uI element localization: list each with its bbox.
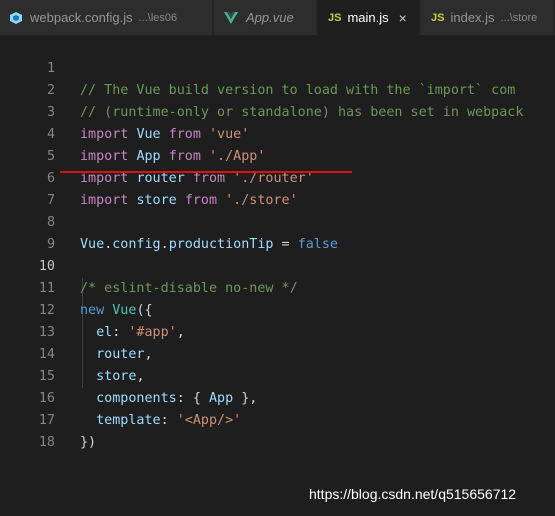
code-line: 8 Vue.config.productionTip = false (0, 190, 555, 252)
code-line: 7 (0, 168, 555, 208)
code-line: 4 import App from './App' (0, 102, 555, 164)
vue-icon (224, 11, 238, 24)
code-line: 1 // The Vue build version to load with … (0, 36, 555, 98)
code-line: 15 components: { App }, (0, 344, 555, 406)
code-line: 11 new Vue({ (0, 256, 555, 318)
watermark: https://blog.csdn.net/q515656712 (309, 486, 517, 502)
js-icon: JS (431, 11, 445, 24)
code-line: 13 router, (0, 300, 555, 362)
webpack-icon (10, 11, 22, 24)
punctuation: }) (80, 435, 97, 450)
code-line: 16 template: '<App/>' (0, 366, 555, 428)
tab-index-js[interactable]: JS index.js ...\store (421, 0, 555, 35)
code-line: 3 import Vue from 'vue' (0, 80, 555, 142)
code-line: 12 el: '#app', (0, 278, 555, 340)
code-line: 18 (0, 410, 555, 450)
tab-label: webpack.config.js (30, 10, 133, 25)
code-line: 5 import router from './router' (0, 124, 555, 186)
tab-description: ...\store (500, 11, 538, 24)
tab-label: index.js (450, 10, 495, 25)
code-line: 9 (0, 212, 555, 252)
code-line: 14 store, (0, 322, 555, 384)
code-line: 2 // (runtime-only or standalone) has be… (0, 58, 555, 120)
tab-app-vue[interactable]: App.vue (214, 0, 317, 35)
js-icon: JS (328, 11, 342, 24)
editor-tab-bar: webpack.config.js ...\les06 App.vue JS m… (0, 0, 555, 36)
code-line: 17 }) (0, 388, 555, 450)
tab-main-js[interactable]: JS main.js × (318, 0, 420, 35)
tab-webpack-config[interactable]: webpack.config.js ...\les06 (0, 0, 213, 35)
code-editor[interactable]: 1 // The Vue build version to load with … (0, 36, 555, 516)
code-line: 6 import store from './store' (0, 146, 555, 208)
tab-label: App.vue (246, 10, 294, 25)
tab-description: ...\les06 (138, 11, 178, 24)
code-line-current: 10 /* eslint-disable no-new */ (0, 234, 555, 296)
tab-label: main.js (347, 10, 389, 25)
line-number: 18 (38, 435, 55, 450)
close-icon[interactable]: × (399, 10, 407, 26)
